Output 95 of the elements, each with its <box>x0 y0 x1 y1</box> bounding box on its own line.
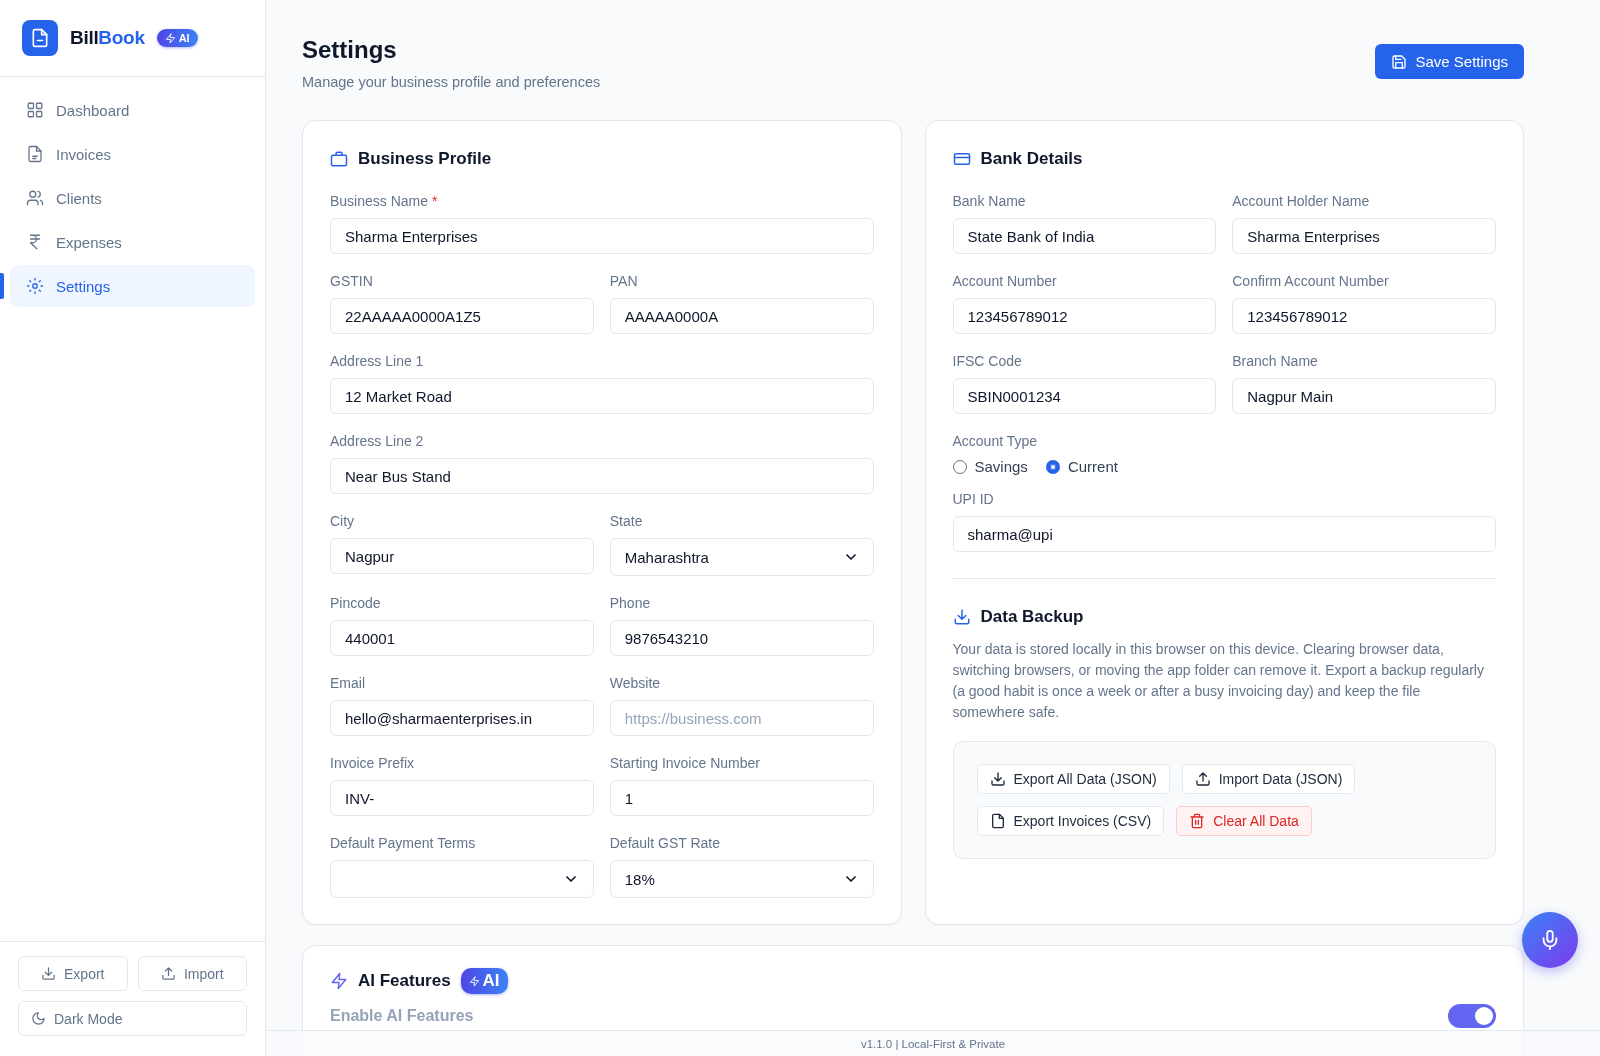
input-field[interactable]: Nagpur Main <box>1232 378 1496 414</box>
select-field[interactable]: Maharashtra <box>609 538 874 576</box>
clear-data-button[interactable]: Clear All Data <box>1176 806 1312 836</box>
field-label: Default GST Rate <box>609 835 721 851</box>
microphone-button[interactable] <box>1522 912 1578 968</box>
section-title: Data Backup <box>980 607 1084 627</box>
input-field[interactable]: sharma@upi <box>952 516 1496 552</box>
field-label: Confirm Account Number <box>1232 273 1390 289</box>
input-field[interactable]: Near Bus Stand <box>330 458 874 494</box>
dark-mode-button[interactable]: Dark Mode <box>18 1001 247 1036</box>
radio-label: Current <box>1067 458 1118 475</box>
select-field[interactable]: 18% <box>609 860 874 898</box>
field-label: Account Holder Name <box>1232 193 1371 209</box>
backup-description: Your data is stored locally in this browser on this device. Clearing browser data, switching browsers, or moving the app folder can remove it. Export a backup regularly (a good habit is once a week or after a busy invoicing day) and keep the file somewhere safe. <box>952 640 1485 722</box>
grid-icon <box>26 101 44 119</box>
field-label: IFSC Code <box>952 353 1023 369</box>
moon-icon <box>31 1011 46 1026</box>
field-label: Starting Invoice Number <box>609 755 761 771</box>
field-label: PAN <box>609 273 639 289</box>
briefcase-icon <box>330 150 348 168</box>
lightning-icon <box>330 972 348 990</box>
radio-label: Savings <box>974 458 1028 475</box>
radio-button[interactable] <box>952 459 967 474</box>
nav-item[interactable]: Clients <box>10 177 255 219</box>
document-icon <box>26 145 44 163</box>
field-label: GSTIN <box>330 273 374 289</box>
backup-button[interactable]: Export All Data (JSON) <box>976 764 1170 794</box>
input-field[interactable]: hello@sharmaenterprises.in <box>330 700 594 736</box>
version-text: v1.1.0 | Local-First & Private <box>860 1037 1006 1050</box>
save-icon <box>1391 53 1408 70</box>
toggle-switch[interactable] <box>1448 1004 1496 1028</box>
nav-item[interactable]: Invoices <box>10 133 255 175</box>
field-label: Pincode <box>330 595 382 611</box>
radio-option[interactable]: Current <box>1045 458 1118 475</box>
credit-card-icon <box>952 150 971 168</box>
input-field[interactable]: AAAAA0000A <box>609 298 874 334</box>
section-title: Bank Details <box>980 149 1083 169</box>
users-icon <box>26 189 44 207</box>
app-name: BillBook <box>70 27 145 49</box>
input-field[interactable]: Nagpur <box>330 538 594 574</box>
trash-icon <box>1189 813 1206 829</box>
field-label: Account Type <box>952 433 1039 449</box>
ai-badge: AI <box>460 968 508 994</box>
field-label: Branch Name <box>1232 353 1319 369</box>
input-field[interactable]: SBIN0001234 <box>952 378 1217 414</box>
field-label: UPI ID <box>952 491 995 507</box>
field-label: Bank Name <box>952 193 1027 209</box>
section-title: AI Features <box>358 971 451 991</box>
input-field[interactable]: 22AAAAA0000A1Z5 <box>330 298 594 334</box>
export-button[interactable]: Export <box>18 956 128 991</box>
field-label: Invoice Prefix <box>330 755 416 771</box>
download-icon <box>41 966 56 981</box>
input-field[interactable]: 1 <box>609 780 874 816</box>
ai-badge: AI <box>156 29 198 47</box>
setting-label: Enable AI Features <box>330 1007 474 1025</box>
section-title: Business Profile <box>358 149 492 169</box>
download-icon <box>952 608 971 626</box>
field-label: Address Line 2 <box>330 433 425 449</box>
input-field[interactable]: https://business.com <box>609 700 874 736</box>
input-field[interactable]: 12 Market Road <box>330 378 874 414</box>
nav-item[interactable]: Dashboard <box>10 89 255 131</box>
save-button[interactable]: Save Settings <box>1375 44 1524 79</box>
download-icon <box>989 771 1006 787</box>
input-field[interactable]: Sharma Enterprises <box>330 218 874 254</box>
field-label: Account Number <box>952 273 1058 289</box>
field-label: City <box>330 513 356 529</box>
input-field[interactable]: INV- <box>330 780 594 816</box>
field-label: Address Line 1 <box>330 353 425 369</box>
input-field[interactable]: Sharma Enterprises <box>1232 218 1496 254</box>
upload-icon <box>160 966 176 981</box>
field-label: Phone <box>609 595 652 611</box>
import-button[interactable]: Import <box>137 956 247 991</box>
page-title: Settings <box>302 36 398 64</box>
page-subtitle: Manage your business profile and preferences <box>302 74 601 90</box>
file-icon <box>989 813 1006 829</box>
input-field[interactable]: 9876543210 <box>609 620 874 656</box>
active-indicator <box>0 273 4 299</box>
logo-icon <box>22 20 58 56</box>
radio-option[interactable]: Savings <box>952 458 1028 475</box>
field-label: Business Name * <box>330 193 439 209</box>
nav-item[interactable]: Expenses <box>10 221 255 263</box>
field-label: Default Payment Terms <box>330 835 477 851</box>
radio-button[interactable] <box>1045 459 1060 474</box>
input-field[interactable]: State Bank of India <box>952 218 1217 254</box>
field-label: State <box>609 513 644 529</box>
input-field[interactable]: 123456789012 <box>952 298 1217 334</box>
backup-button[interactable]: Import Data (JSON) <box>1181 764 1356 794</box>
select-field[interactable] <box>330 860 594 898</box>
settings-icon <box>26 277 44 295</box>
upload-icon <box>1194 771 1211 787</box>
backup-button[interactable]: Export Invoices (CSV) <box>976 806 1165 836</box>
field-label: Website <box>609 675 662 691</box>
input-field[interactable]: 123456789012 <box>1232 298 1496 334</box>
input-field[interactable]: 440001 <box>330 620 594 656</box>
field-label: Email <box>330 675 366 691</box>
